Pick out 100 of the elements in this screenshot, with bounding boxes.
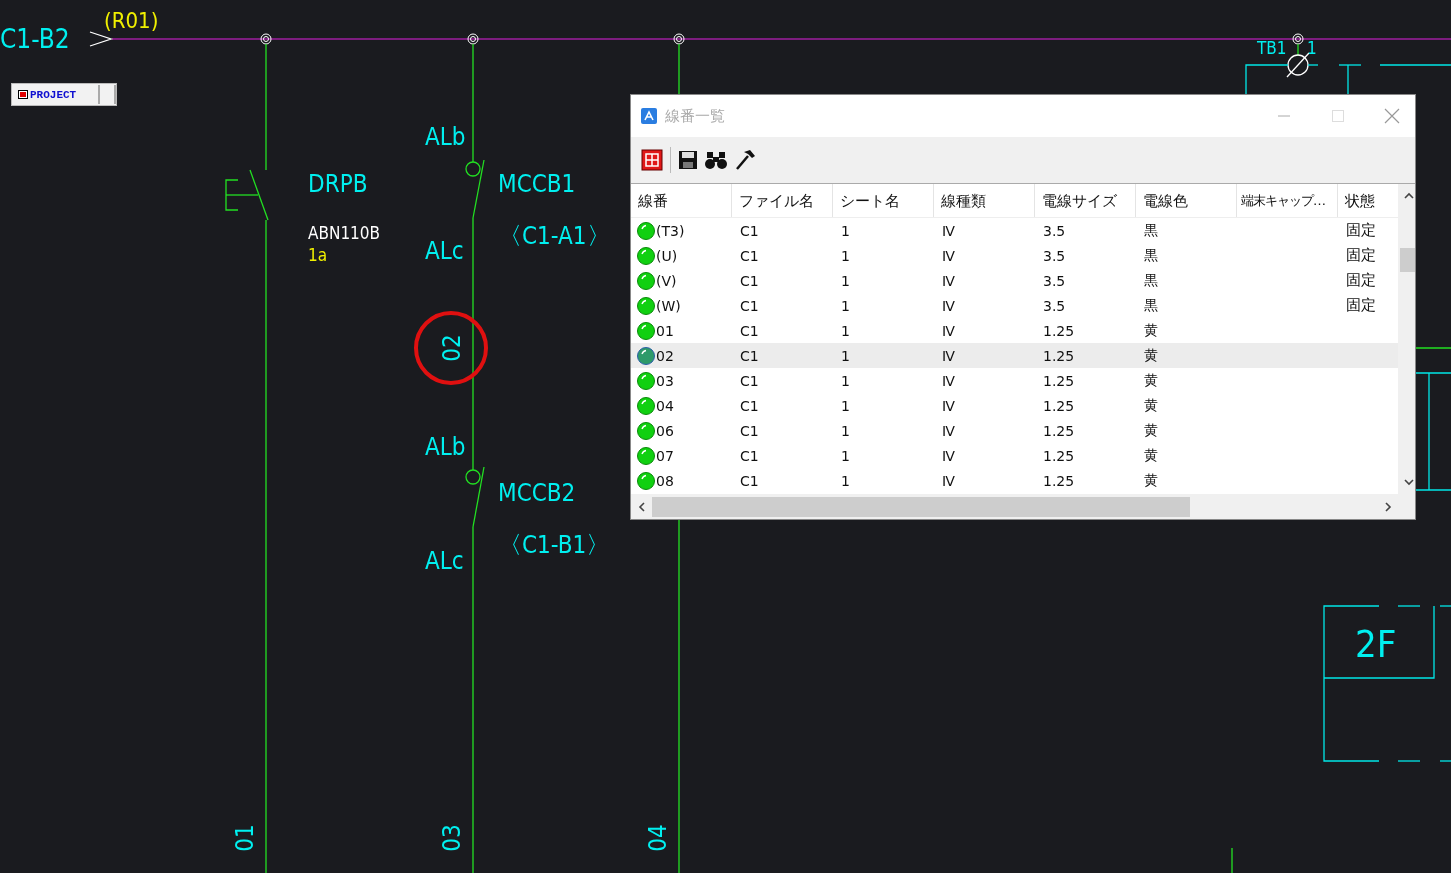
hammer-icon[interactable] [734,149,756,171]
table-cell: 1.25 [1043,422,1075,439]
table-cell: 1.25 [1043,397,1075,414]
table-cell: (W) [656,297,681,314]
table-cell: 1 [841,222,850,239]
table-row[interactable]: 02 C1 1 Ⅳ 1.25 黄 [631,343,1398,368]
column-header[interactable]: シート名 [833,184,934,217]
table-cell: 黄 [1144,346,1158,365]
table-cell: 1 [841,272,850,289]
table-cell: 1 [841,247,850,264]
table-row[interactable]: (W) C1 1 Ⅳ 3.5 黒 固定 [631,293,1398,318]
table-cell: C1 [740,272,759,289]
wire-number: 03 [438,824,466,852]
column-header[interactable]: 電線サイズ [1035,184,1136,217]
project-button[interactable]: PROJECT [11,83,117,106]
column-header[interactable]: ファイル名 [732,184,833,217]
table-cell: 1 [841,447,850,464]
table-row[interactable]: (U) C1 1 Ⅳ 3.5 黒 固定 [631,243,1398,268]
grid-icon[interactable] [641,149,663,171]
table-cell: C1 [740,247,759,264]
table-cell: C1 [740,472,759,489]
drawing-label: 1a [308,245,328,265]
column-header[interactable]: 状態 [1338,184,1398,217]
table-cell: Ⅳ [942,422,955,439]
table-cell: 08 [656,472,674,489]
wire-number: 04 [644,824,672,852]
table-cell: 1.25 [1043,447,1075,464]
scroll-thumb[interactable] [1400,248,1415,272]
drawing-label: ALb [425,123,466,151]
table-row[interactable]: 03 C1 1 Ⅳ 1.25 黄 [631,368,1398,393]
lamp-icon [637,296,655,315]
column-header[interactable]: 電線色 [1136,184,1237,217]
table-cell: C1 [740,422,759,439]
drawing-label: 1 [1307,38,1317,58]
table-cell: 3.5 [1043,272,1066,289]
lamp-icon [637,346,655,365]
table-cell: 1 [841,347,850,364]
wire-number: 02 [414,311,488,385]
table-row[interactable]: (V) C1 1 Ⅳ 3.5 黒 固定 [631,268,1398,293]
table-cell: 固定 [1346,246,1376,265]
table-cell: Ⅳ [942,297,955,314]
scroll-up-icon[interactable] [1403,192,1414,200]
table-cell: 黒 [1144,221,1158,240]
table-cell: Ⅳ [942,397,955,414]
lamp-icon [637,371,655,390]
table-cell: Ⅳ [942,222,955,239]
table-cell: 黄 [1144,446,1158,465]
drawing-label: C1-B2 [0,24,70,54]
table-cell: 黒 [1144,296,1158,315]
table-cell: 固定 [1346,271,1376,290]
table-cell: 1 [841,297,850,314]
table-row[interactable]: 01 C1 1 Ⅳ 1.25 黄 [631,318,1398,343]
table-cell: 黄 [1144,371,1158,390]
lamp-icon [637,221,655,240]
table-cell: 固定 [1346,296,1376,315]
table-cell: 3.5 [1043,222,1066,239]
scroll-right-icon[interactable] [1384,501,1392,512]
table-cell: 1.25 [1043,372,1075,389]
scroll-left-icon[interactable] [638,501,646,512]
table-row[interactable]: 06 C1 1 Ⅳ 1.25 黄 [631,418,1398,443]
column-header[interactable]: 線番 [631,184,732,217]
table-cell: Ⅳ [942,272,955,289]
table-cell: 06 [656,422,674,439]
scroll-down-icon[interactable] [1403,478,1414,486]
table-cell: Ⅳ [942,472,955,489]
table-cell: 1.25 [1043,472,1075,489]
scroll-thumb[interactable] [652,496,1190,517]
table-row[interactable]: 08 C1 1 Ⅳ 1.25 黄 [631,468,1398,493]
table-cell: C1 [740,297,759,314]
lamp-icon [637,321,655,340]
drawing-label: 2F [1355,622,1397,666]
app-icon [641,108,657,124]
column-header[interactable]: 端末キャップ… [1237,184,1338,217]
table-cell: (U) [656,247,678,264]
table-cell: (V) [656,272,677,289]
table-cell: Ⅳ [942,247,955,264]
table-cell: 3.5 [1043,247,1066,264]
wire-number: 01 [231,824,259,852]
app-icon [18,90,28,99]
column-header[interactable]: 線種類 [934,184,1035,217]
drawing-label: 〈C1-B1〉 [498,531,611,559]
table-row[interactable]: 04 C1 1 Ⅳ 1.25 黄 [631,393,1398,418]
table-cell: 01 [656,322,674,339]
save-icon[interactable] [678,150,698,170]
drawing-label: ALc [425,547,464,575]
binoculars-icon[interactable] [705,150,727,170]
table-cell: Ⅳ [942,322,955,339]
table-cell: C1 [740,322,759,339]
table-cell: 固定 [1346,221,1376,240]
table-row[interactable]: 07 C1 1 Ⅳ 1.25 黄 [631,443,1398,468]
table-row[interactable]: (T3) C1 1 Ⅳ 3.5 黒 固定 [631,218,1398,243]
lamp-icon [637,471,655,490]
table-cell: 黄 [1144,321,1158,340]
vertical-scrollbar[interactable] [1398,184,1415,494]
drawing-label: ALc [425,237,464,265]
grip-handle[interactable] [98,85,116,104]
table-cell: Ⅳ [942,372,955,389]
table-cell: C1 [740,372,759,389]
horizontal-scrollbar[interactable] [631,494,1415,519]
lamp-icon [637,446,655,465]
